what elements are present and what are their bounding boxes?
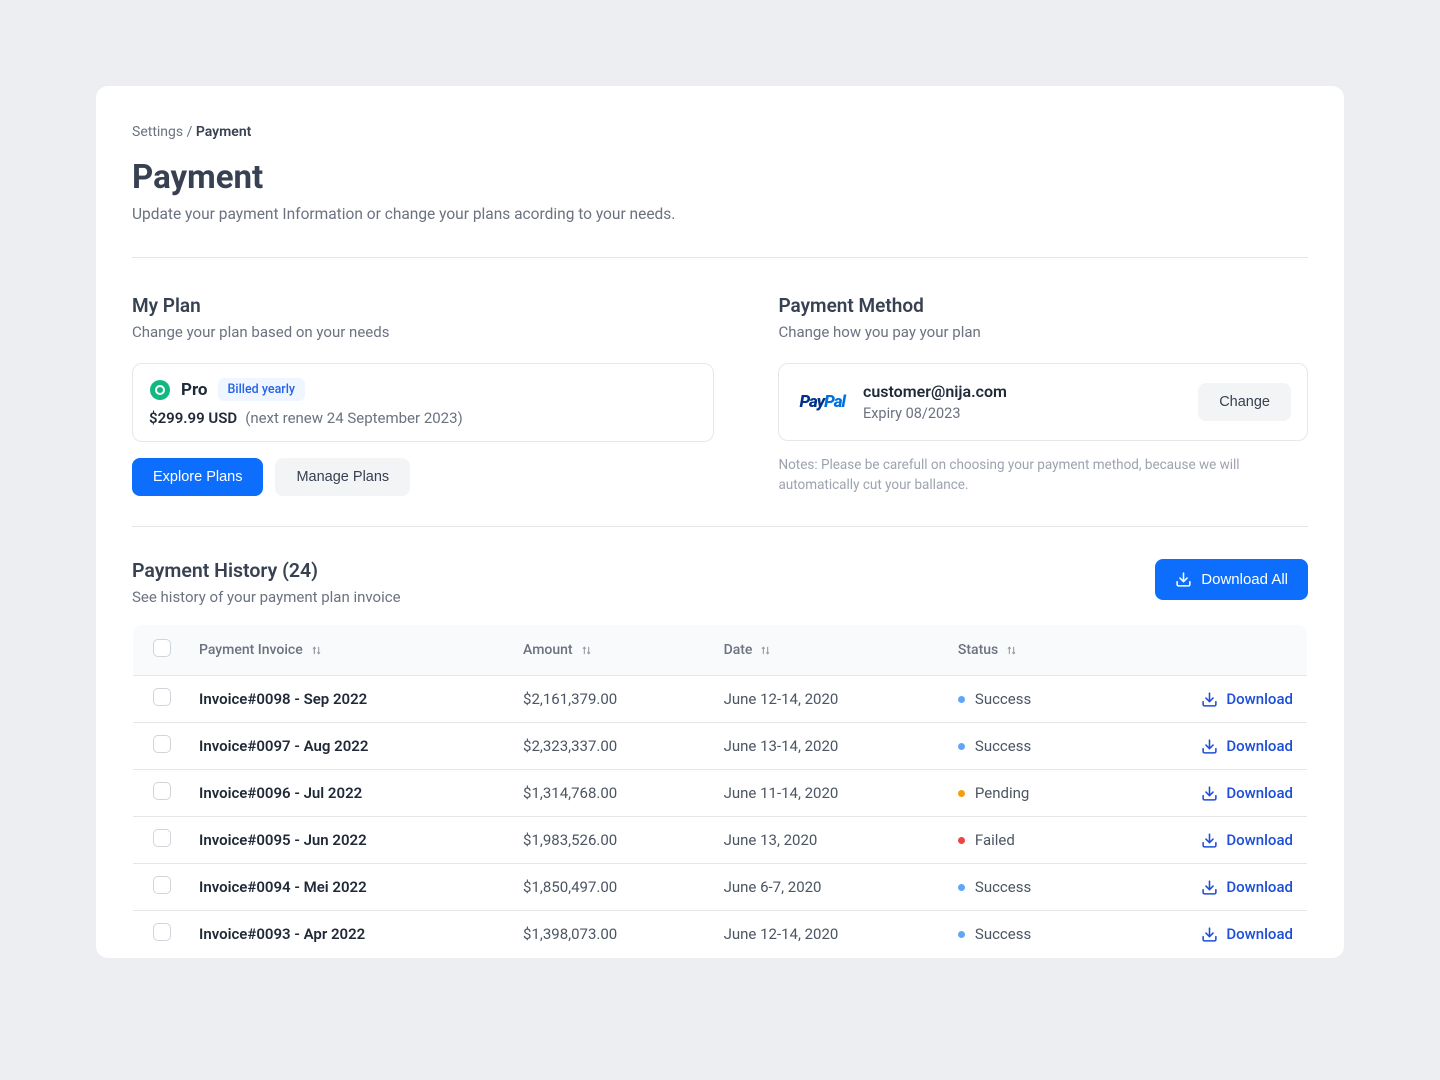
manage-plans-button[interactable]: Manage Plans xyxy=(275,458,410,496)
invoice-amount: $1,850,497.00 xyxy=(509,864,710,911)
sort-icon xyxy=(1005,644,1018,657)
plan-and-method-sections: My Plan Change your plan based on your n… xyxy=(132,258,1308,526)
payment-settings-card: Settings / Payment Payment Update your p… xyxy=(96,86,1344,958)
invoice-name: Invoice#0097 - Aug 2022 xyxy=(199,737,368,755)
payment-history-header: Payment History (24) See history of your… xyxy=(132,527,1308,606)
invoice-date: June 12-14, 2020 xyxy=(710,676,944,723)
plan-billing-badge: Billed yearly xyxy=(218,378,306,401)
table-row: Invoice#0095 - Jun 2022 $1,983,526.00June… xyxy=(133,817,1308,864)
sort-icon xyxy=(310,644,323,657)
download-icon xyxy=(1201,738,1218,755)
page-subtitle: Update your payment Information or chang… xyxy=(132,205,1308,223)
download-invoice-button[interactable]: Download xyxy=(1124,831,1293,849)
col-action xyxy=(1110,625,1307,676)
invoice-date: June 12-14, 2020 xyxy=(710,911,944,958)
table-row: Invoice#0097 - Aug 2022 $2,323,337.00June… xyxy=(133,723,1308,770)
invoice-date: June 13, 2020 xyxy=(710,817,944,864)
table-row: Invoice#0096 - Jul 2022 $1,314,768.00June… xyxy=(133,770,1308,817)
row-checkbox[interactable] xyxy=(153,876,171,894)
status-dot-icon xyxy=(958,837,965,844)
explore-plans-button[interactable]: Explore Plans xyxy=(132,458,263,496)
payment-history-title: Payment History (24) xyxy=(132,559,401,582)
paypal-logo-icon: PayPal xyxy=(799,392,845,412)
download-icon xyxy=(1201,785,1218,802)
col-date[interactable]: Date xyxy=(710,625,944,676)
status-dot-icon xyxy=(958,743,965,750)
row-checkbox[interactable] xyxy=(153,782,171,800)
invoice-amount: $1,983,526.00 xyxy=(509,817,710,864)
payment-method-subtitle: Change how you pay your plan xyxy=(778,323,1308,341)
payment-method-section: Payment Method Change how you pay your p… xyxy=(778,294,1308,496)
plan-price: $299.99 USD xyxy=(149,409,237,427)
invoice-amount: $1,314,768.00 xyxy=(509,770,710,817)
breadcrumb: Settings / Payment xyxy=(132,124,1308,140)
col-status[interactable]: Status xyxy=(944,625,1110,676)
row-checkbox[interactable] xyxy=(153,829,171,847)
plan-card: Pro Billed yearly $299.99 USD (next rene… xyxy=(132,363,714,442)
payment-method-card: PayPal customer@nija.com Expiry 08/2023 … xyxy=(778,363,1308,441)
invoice-name: Invoice#0098 - Sep 2022 xyxy=(199,690,367,708)
invoice-date: June 13-14, 2020 xyxy=(710,723,944,770)
breadcrumb-sep: / xyxy=(183,124,196,140)
invoice-date: June 6-7, 2020 xyxy=(710,864,944,911)
row-checkbox[interactable] xyxy=(153,923,171,941)
invoice-status: Success xyxy=(958,690,1096,708)
page-title: Payment xyxy=(132,158,1308,197)
status-dot-icon xyxy=(958,931,965,938)
invoice-name: Invoice#0094 - Mei 2022 xyxy=(199,878,367,896)
invoice-amount: $1,398,073.00 xyxy=(509,911,710,958)
invoice-status: Failed xyxy=(958,831,1096,849)
download-invoice-button[interactable]: Download xyxy=(1124,784,1293,802)
invoice-status: Pending xyxy=(958,784,1096,802)
plan-logo-icon xyxy=(149,379,171,401)
invoice-status: Success xyxy=(958,878,1096,896)
download-invoice-button[interactable]: Download xyxy=(1124,925,1293,943)
payment-history-subtitle: See history of your payment plan invoice xyxy=(132,588,401,606)
status-dot-icon xyxy=(958,696,965,703)
sort-icon xyxy=(580,644,593,657)
status-dot-icon xyxy=(958,790,965,797)
table-row: Invoice#0098 - Sep 2022 $2,161,379.00June… xyxy=(133,676,1308,723)
col-invoice[interactable]: Payment Invoice xyxy=(185,625,509,676)
table-row: Invoice#0093 - Apr 2022 $1,398,073.00June… xyxy=(133,911,1308,958)
download-invoice-button[interactable]: Download xyxy=(1124,737,1293,755)
my-plan-title: My Plan xyxy=(132,294,714,317)
row-checkbox[interactable] xyxy=(153,735,171,753)
invoice-status: Success xyxy=(958,737,1096,755)
download-all-button[interactable]: Download All xyxy=(1155,559,1308,600)
payment-history-table: Payment Invoice Amount Date Status Invoi… xyxy=(132,624,1308,958)
breadcrumb-parent[interactable]: Settings xyxy=(132,124,183,140)
download-icon xyxy=(1201,691,1218,708)
download-all-label: Download All xyxy=(1201,571,1288,588)
invoice-name: Invoice#0096 - Jul 2022 xyxy=(199,784,362,802)
invoice-name: Invoice#0095 - Jun 2022 xyxy=(199,831,367,849)
col-amount[interactable]: Amount xyxy=(509,625,710,676)
change-payment-button[interactable]: Change xyxy=(1198,383,1291,421)
row-checkbox[interactable] xyxy=(153,688,171,706)
payment-method-title: Payment Method xyxy=(778,294,1308,317)
download-icon xyxy=(1201,832,1218,849)
invoice-name: Invoice#0093 - Apr 2022 xyxy=(199,925,365,943)
status-dot-icon xyxy=(958,884,965,891)
payment-email: customer@nija.com xyxy=(863,382,1007,401)
download-icon xyxy=(1201,879,1218,896)
download-icon xyxy=(1175,571,1192,588)
payment-method-notes: Notes: Please be carefull on choosing yo… xyxy=(778,455,1308,496)
payment-expiry: Expiry 08/2023 xyxy=(863,405,1007,422)
sort-icon xyxy=(759,644,772,657)
my-plan-subtitle: Change your plan based on your needs xyxy=(132,323,714,341)
select-all-checkbox[interactable] xyxy=(153,639,171,657)
invoice-amount: $2,323,337.00 xyxy=(509,723,710,770)
invoice-date: June 11-14, 2020 xyxy=(710,770,944,817)
download-invoice-button[interactable]: Download xyxy=(1124,690,1293,708)
invoice-status: Success xyxy=(958,925,1096,943)
plan-name: Pro xyxy=(181,380,208,400)
download-invoice-button[interactable]: Download xyxy=(1124,878,1293,896)
plan-renew-date: (next renew 24 September 2023) xyxy=(245,409,463,427)
breadcrumb-current: Payment xyxy=(196,124,252,140)
my-plan-section: My Plan Change your plan based on your n… xyxy=(132,294,714,496)
download-icon xyxy=(1201,926,1218,943)
table-row: Invoice#0094 - Mei 2022 $1,850,497.00June… xyxy=(133,864,1308,911)
invoice-amount: $2,161,379.00 xyxy=(509,676,710,723)
